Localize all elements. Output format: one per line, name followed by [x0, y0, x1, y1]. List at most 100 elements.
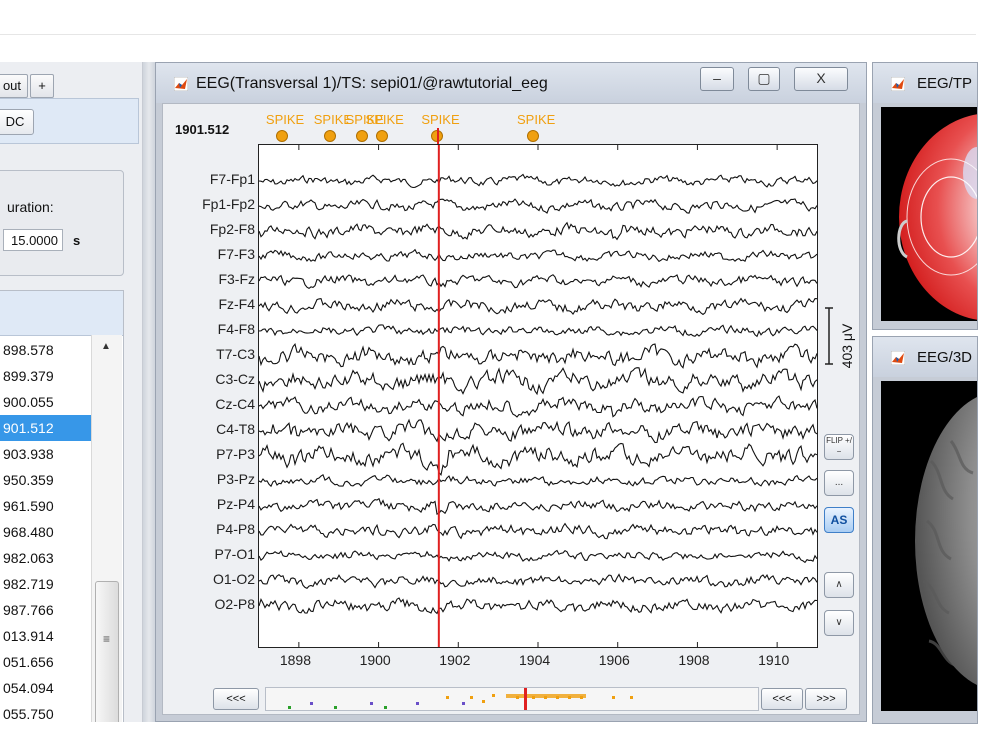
event-list-item[interactable]: 961.590 — [0, 493, 91, 519]
event-list-item[interactable]: 013.914 — [0, 623, 91, 649]
eeg-trace — [258, 395, 818, 418]
more-options-button[interactable]: ... — [824, 470, 854, 496]
step-forward-button[interactable]: >>> — [805, 688, 847, 710]
event-list-item[interactable]: 901.512 — [0, 415, 91, 441]
matlab-logo-icon — [174, 77, 188, 91]
eeg-window-titlebar[interactable]: EEG(Transversal 1)/TS: sepi01/@rawtutori… — [156, 63, 866, 103]
timeline-event-cluster — [506, 694, 586, 698]
event-list-item[interactable]: 968.480 — [0, 519, 91, 545]
spike-marker-dot[interactable] — [375, 130, 388, 142]
gain-up-button[interactable]: ∧ — [824, 572, 854, 598]
3d-brain-view[interactable] — [881, 381, 977, 711]
event-list-item[interactable]: 982.719 — [0, 571, 91, 597]
x-tick-label: 1908 — [678, 652, 710, 668]
x-tick-label: 1910 — [758, 652, 790, 668]
channel-label: P7-P3 — [216, 446, 255, 462]
eeg-trace — [258, 418, 818, 444]
timeline-event-dot — [334, 706, 337, 709]
spike-marker-dot[interactable] — [275, 130, 288, 142]
x-tick-label: 1904 — [519, 652, 551, 668]
spike-event-label[interactable]: SPIKE — [421, 112, 459, 127]
event-list-header — [0, 291, 123, 336]
channel-label: C3-Cz — [215, 371, 255, 387]
tab-add[interactable]: + — [30, 74, 54, 98]
eeg-viewer-panel: 1901.512 SPIKE SPIKE SPIKE SPIKE SPIKE SPIKE … — [162, 103, 860, 715]
event-list-item[interactable]: 900.055 — [0, 389, 91, 415]
timeline-cursor — [524, 688, 527, 710]
eeg-trace — [258, 248, 818, 263]
channel-label: O2-P8 — [214, 596, 255, 612]
step-back-button[interactable]: <<< — [761, 688, 803, 710]
channel-label: F4-F8 — [217, 321, 255, 337]
eeg-trace — [258, 549, 818, 564]
flip-button[interactable]: FLIP +/− — [824, 434, 854, 460]
channel-label: T7-C3 — [216, 346, 255, 362]
event-list: 898.578 899.379 900.055 901.512 903.938 950.3… — [0, 290, 124, 722]
duration-label: uration: — [7, 199, 54, 215]
event-list-item[interactable]: 054.094 — [0, 675, 91, 701]
eeg-trace — [258, 442, 818, 476]
x-tick-label: 1900 — [359, 652, 391, 668]
page-back-button[interactable]: <<< — [213, 688, 259, 710]
brain-surface-icon — [915, 396, 977, 686]
spike-marker-dot[interactable] — [527, 130, 539, 142]
duration-input[interactable]: 15.0000 — [3, 229, 63, 251]
eeg-trace — [258, 198, 818, 214]
event-list-item[interactable]: 898.578 — [0, 337, 91, 363]
spike-marker-dot[interactable] — [323, 130, 336, 142]
timeline-event-dot — [470, 696, 473, 699]
timeline-event-dot — [630, 696, 633, 699]
timeline-event-dot — [446, 696, 449, 699]
close-button[interactable]: X — [794, 67, 848, 91]
time-navigation-bar[interactable] — [265, 687, 759, 711]
event-list-item[interactable]: 982.063 — [0, 545, 91, 571]
event-list-item[interactable]: 899.379 — [0, 363, 91, 389]
eeg-trace — [258, 343, 818, 369]
event-list-scrollbar[interactable]: ▲ ≡ — [91, 335, 122, 722]
timeline-event-dot — [370, 702, 373, 705]
channel-label: Fp2-F8 — [209, 221, 255, 237]
channel-label: Fp1-Fp2 — [202, 196, 255, 212]
topography-view[interactable] — [881, 107, 977, 321]
dc-button[interactable]: DC — [0, 109, 34, 135]
timeline-event-dot — [462, 702, 465, 705]
duration-unit: s — [73, 233, 81, 248]
event-list-item[interactable]: 950.359 — [0, 467, 91, 493]
gain-down-button[interactable]: ∨ — [824, 610, 854, 636]
3d-view-title: EEG/3D — [917, 349, 973, 366]
eeg-trace — [258, 497, 818, 515]
topography-titlebar[interactable]: EEG/TP — [873, 63, 977, 103]
spike-event-label[interactable]: SPIKE — [266, 112, 304, 127]
timeline-event-dot — [384, 706, 387, 709]
event-list-item[interactable]: 987.766 — [0, 597, 91, 623]
eeg-trace — [258, 324, 818, 338]
restore-button[interactable]: ▢ — [748, 67, 780, 91]
event-list-item[interactable]: 055.750 — [0, 701, 91, 722]
tab-layout[interactable]: out — [0, 74, 28, 98]
event-list-item[interactable]: 051.656 — [0, 649, 91, 675]
eeg-topography-window: EEG/TP — [872, 62, 978, 330]
timeline-event-dot — [288, 706, 291, 709]
spike-event-label[interactable]: SPIKE — [366, 112, 404, 127]
autoscale-button[interactable]: AS — [824, 507, 854, 533]
amplitude-scale: 403 μV — [823, 304, 855, 394]
scroll-up-arrow-icon[interactable]: ▲ — [101, 341, 111, 352]
timeline-event-dot — [482, 700, 485, 703]
top-divider-line — [0, 34, 976, 35]
filter-toolbar: DC — [0, 98, 139, 144]
scroll-thumb[interactable]: ≡ — [95, 581, 119, 722]
spike-event-label[interactable]: SPIKE — [517, 112, 555, 127]
left-control-panel: out + DC uration: 15.0000 s 898.578 899.3… — [0, 62, 143, 722]
3d-view-titlebar[interactable]: EEG/3D — [873, 337, 977, 377]
spike-marker-dot[interactable] — [355, 130, 368, 142]
eeg-figure-window: EEG(Transversal 1)/TS: sepi01/@rawtutori… — [155, 62, 867, 722]
eeg-trace — [258, 597, 818, 615]
channel-label: F7-F3 — [217, 246, 255, 262]
event-list-item[interactable]: 903.938 — [0, 441, 91, 467]
panel-splitter[interactable] — [143, 62, 155, 722]
channel-label: Pz-P4 — [216, 496, 255, 512]
minimize-button[interactable]: – — [700, 67, 734, 91]
channel-label: Cz-C4 — [215, 396, 255, 412]
time-bar-events-svg — [288, 688, 633, 710]
eeg-plot-area[interactable] — [258, 144, 818, 648]
